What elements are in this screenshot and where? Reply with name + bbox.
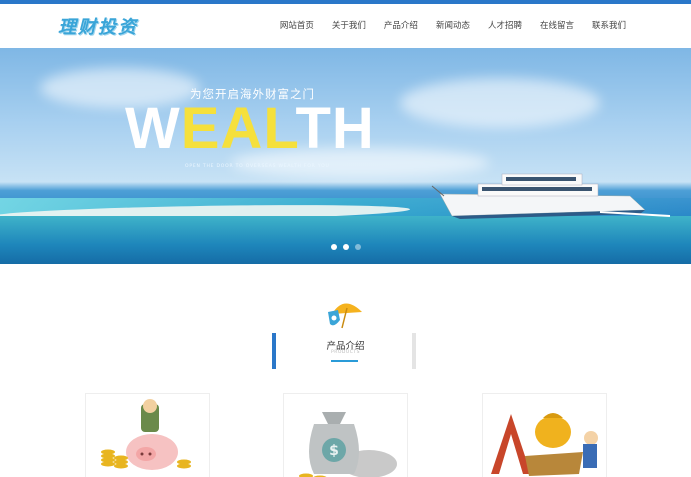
- banner-title-part: H: [331, 96, 375, 161]
- carousel-dot[interactable]: [331, 244, 337, 250]
- banner-title-part: W: [125, 96, 181, 161]
- money-bag-image: $: [299, 412, 397, 477]
- site-logo[interactable]: 理财投资: [58, 13, 138, 39]
- nav-item-message[interactable]: 在线留言: [531, 19, 583, 31]
- main-nav: 网站首页 关于我们 产品介绍 新闻动态 人才招聘 在线留言 联系我们: [271, 19, 635, 31]
- banner-title-part: EAL: [180, 96, 296, 161]
- section-underline: [331, 360, 358, 362]
- site-header: 理财投资 网站首页 关于我们 产品介绍 新闻动态 人才招聘 在线留言 联系我们: [0, 4, 691, 48]
- section-subtitle: PRODUCTS: [331, 350, 360, 355]
- nav-item-home[interactable]: 网站首页: [271, 19, 323, 31]
- cloud-decoration: [400, 78, 600, 128]
- carousel-dots: [331, 244, 361, 250]
- nav-item-products[interactable]: 产品介绍: [375, 19, 427, 31]
- umbrella-shield-icon: [328, 303, 362, 329]
- banner-title-part: T: [295, 96, 332, 161]
- nav-item-careers[interactable]: 人才招聘: [479, 19, 531, 31]
- carousel-dot[interactable]: [355, 244, 361, 250]
- product-card[interactable]: $: [283, 393, 408, 477]
- investor-image: [491, 413, 598, 476]
- yacht-image: [431, 173, 671, 219]
- product-card[interactable]: [85, 393, 210, 477]
- svg-text:$: $: [329, 443, 339, 459]
- banner-title: WEALTH: [125, 100, 375, 158]
- piggy-bank-image: [101, 399, 191, 470]
- nav-item-news[interactable]: 新闻动态: [427, 19, 479, 31]
- banner-subtitle: OPEN THE DOOR TO OVERSEAS WEALTH FOR YOU: [185, 164, 330, 169]
- hero-banner[interactable]: 为您开启海外财富之门 WEALTH OPEN THE DOOR TO OVERS…: [0, 48, 691, 264]
- nav-item-about[interactable]: 关于我们: [323, 19, 375, 31]
- carousel-dot[interactable]: [343, 244, 349, 250]
- nav-item-contact[interactable]: 联系我们: [583, 19, 635, 31]
- product-card[interactable]: [482, 393, 607, 477]
